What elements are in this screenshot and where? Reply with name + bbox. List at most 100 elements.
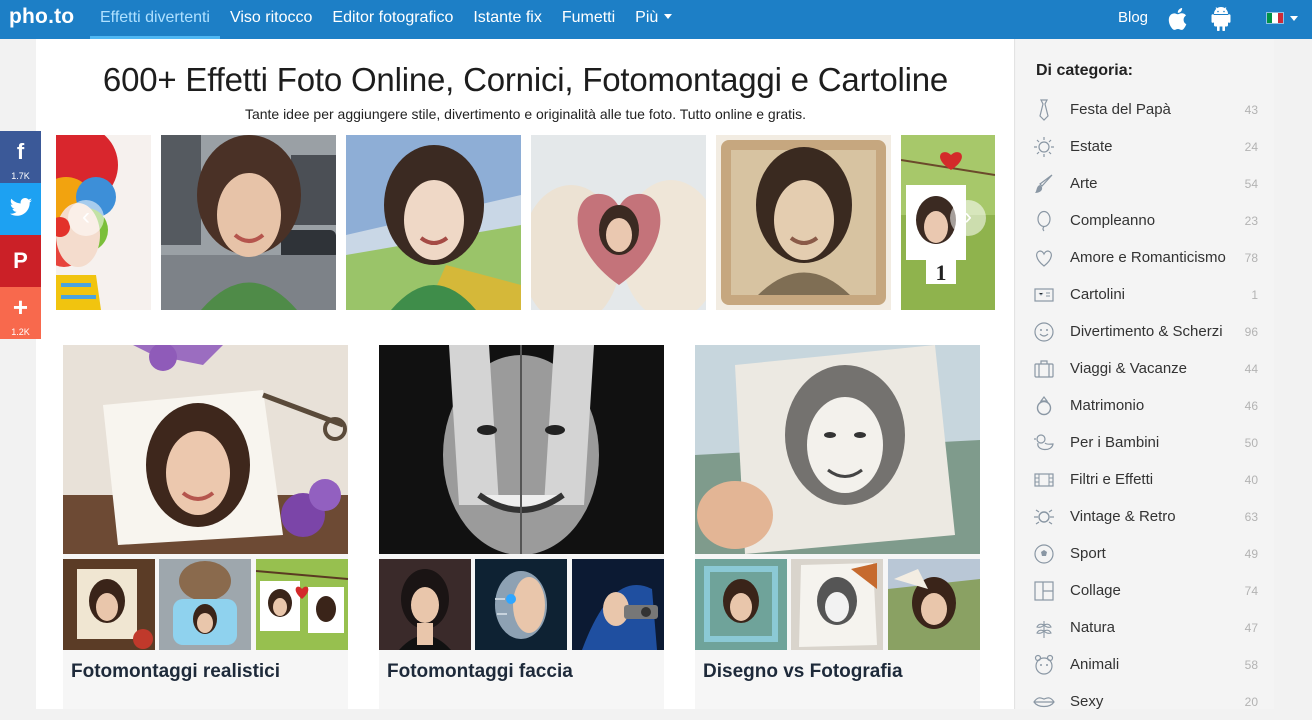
facebook-share-button[interactable]: f 1.7K bbox=[0, 131, 41, 183]
category-item[interactable]: Arte 54 bbox=[1016, 165, 1274, 202]
page-subtitle: Tante idee per aggiungere stile, diverti… bbox=[244, 106, 807, 122]
nav-piu-dropdown[interactable]: Più bbox=[625, 0, 682, 39]
category-item[interactable]: Compleanno 23 bbox=[1016, 202, 1274, 239]
category-item[interactable]: Matrimonio 46 bbox=[1016, 387, 1274, 424]
category-label: Cartolini bbox=[1070, 286, 1126, 303]
category-item[interactable]: Filtri e Effetti 40 bbox=[1016, 461, 1274, 498]
balloon-icon bbox=[1037, 210, 1051, 232]
film-icon bbox=[1034, 473, 1054, 487]
category-sidebar: Di categoria: Festa del Papà 43 Estate 2… bbox=[1016, 39, 1274, 710]
top-navbar: pho.to Effetti divertenti Viso ritocco E… bbox=[0, 0, 1312, 39]
card-thumbnail[interactable] bbox=[379, 559, 471, 650]
android-icon[interactable] bbox=[1210, 7, 1232, 31]
category-item[interactable]: Divertimento & Scherzi 96 bbox=[1016, 313, 1274, 350]
card-main-image bbox=[63, 345, 348, 554]
nav-fumetti[interactable]: Fumetti bbox=[552, 0, 625, 39]
twitter-share-button[interactable] bbox=[0, 183, 41, 235]
category-count: 43 bbox=[1244, 103, 1258, 117]
category-item[interactable]: Viaggi & Vacanze 44 bbox=[1016, 350, 1274, 387]
category-item[interactable]: Per i Bambini 50 bbox=[1016, 424, 1274, 461]
category-item[interactable]: Amore e Romanticismo 78 bbox=[1016, 239, 1274, 276]
category-count: 23 bbox=[1244, 214, 1258, 228]
category-item[interactable]: Animali 58 bbox=[1016, 646, 1274, 683]
category-label: Vintage & Retro bbox=[1070, 508, 1176, 525]
category-item[interactable]: Sexy 20 bbox=[1016, 683, 1274, 720]
category-label: Per i Bambini bbox=[1070, 434, 1160, 451]
soccer-ball-icon bbox=[1034, 544, 1054, 564]
italian-flag-icon[interactable] bbox=[1266, 12, 1284, 24]
category-label: Collage bbox=[1070, 582, 1121, 599]
site-logo[interactable]: pho.to bbox=[9, 5, 74, 29]
category-count: 96 bbox=[1244, 325, 1258, 339]
smiley-icon bbox=[1034, 322, 1054, 342]
blog-link[interactable]: Blog bbox=[1118, 9, 1148, 26]
main-content: 600+ Effetti Foto Online, Cornici, Fotom… bbox=[36, 39, 1015, 709]
category-count: 54 bbox=[1244, 177, 1258, 191]
category-count: 20 bbox=[1244, 695, 1258, 709]
nav-viso-ritocco[interactable]: Viso ritocco bbox=[220, 0, 322, 39]
slide-number: 1 bbox=[936, 260, 947, 285]
sun-icon bbox=[1034, 137, 1054, 157]
category-card-fotomontaggi-faccia[interactable]: Fotomontaggi faccia bbox=[379, 345, 664, 709]
category-count: 63 bbox=[1244, 510, 1258, 524]
heart-icon bbox=[1036, 250, 1052, 267]
category-label: Amore e Romanticismo bbox=[1070, 249, 1226, 266]
apple-icon[interactable] bbox=[1166, 7, 1188, 31]
nav-effetti-divertenti[interactable]: Effetti divertenti bbox=[90, 0, 220, 39]
category-count: 44 bbox=[1244, 362, 1258, 376]
category-card-disegno-vs-fotografia[interactable]: Disegno vs Fotografia bbox=[695, 345, 980, 709]
category-label: Animali bbox=[1070, 656, 1120, 673]
nav-editor-fotografico[interactable]: Editor fotografico bbox=[322, 0, 463, 39]
category-label: Sport bbox=[1070, 545, 1106, 562]
card-thumbnail[interactable] bbox=[571, 559, 664, 650]
share-count: 1.7K bbox=[11, 171, 30, 181]
category-item[interactable]: Festa del Papà 43 bbox=[1016, 91, 1274, 128]
category-card-fotomontaggi-realistici[interactable]: Fotomontaggi realistici bbox=[63, 345, 348, 709]
carousel-slide[interactable] bbox=[346, 135, 521, 310]
category-count: 24 bbox=[1244, 140, 1258, 154]
category-item[interactable]: Collage 74 bbox=[1016, 572, 1274, 609]
addthis-share-button[interactable]: + 1.2K bbox=[0, 287, 41, 339]
carousel-prev-button[interactable]: ‹ bbox=[68, 200, 104, 236]
pinterest-icon: P bbox=[13, 248, 28, 273]
duck-icon bbox=[1034, 434, 1054, 451]
card-title: Fotomontaggi faccia bbox=[387, 661, 573, 682]
plant-icon bbox=[1036, 621, 1052, 638]
social-share-bar: f 1.7K P + 1.2K bbox=[0, 131, 41, 339]
nav-istante-fix[interactable]: Istante fix bbox=[463, 0, 551, 39]
carousel-slide[interactable] bbox=[716, 135, 891, 310]
pinterest-share-button[interactable]: P bbox=[0, 235, 41, 287]
category-count: 47 bbox=[1244, 621, 1258, 635]
card-thumbnails bbox=[379, 559, 664, 650]
card-thumbnail[interactable] bbox=[255, 559, 348, 650]
category-item[interactable]: Cartolini 1 bbox=[1016, 276, 1274, 313]
category-label: Matrimonio bbox=[1070, 397, 1145, 414]
main-nav: Effetti divertenti Viso ritocco Editor f… bbox=[90, 0, 682, 39]
card-title: Disegno vs Fotografia bbox=[703, 661, 903, 682]
card-thumbnail[interactable] bbox=[475, 559, 568, 650]
card-thumbnail[interactable] bbox=[63, 559, 155, 650]
carousel-slide[interactable] bbox=[531, 135, 706, 310]
category-item[interactable]: Vintage & Retro 63 bbox=[1016, 498, 1274, 535]
card-thumbnail[interactable] bbox=[695, 559, 787, 650]
category-label: Festa del Papà bbox=[1070, 101, 1171, 118]
card-thumbnail[interactable] bbox=[791, 559, 884, 650]
category-item[interactable]: Estate 24 bbox=[1016, 128, 1274, 165]
category-item[interactable]: Natura 47 bbox=[1016, 609, 1274, 646]
category-count: 40 bbox=[1244, 473, 1258, 487]
card-thumbnail[interactable] bbox=[159, 559, 252, 650]
category-label: Divertimento & Scherzi bbox=[1070, 323, 1223, 340]
collage-icon bbox=[1034, 581, 1054, 601]
carousel-next-button[interactable]: › bbox=[950, 200, 986, 236]
category-item[interactable]: Sport 49 bbox=[1016, 535, 1274, 572]
card-thumbnail[interactable] bbox=[887, 559, 980, 650]
facebook-icon: f bbox=[16, 139, 25, 164]
lips-icon bbox=[1033, 697, 1055, 708]
chevron-down-icon[interactable] bbox=[1290, 16, 1298, 21]
card-main-image bbox=[379, 345, 664, 554]
category-count: 46 bbox=[1244, 399, 1258, 413]
carousel-slide[interactable] bbox=[161, 135, 336, 310]
tie-icon bbox=[1039, 99, 1049, 121]
category-label: Filtri e Effetti bbox=[1070, 471, 1154, 488]
card-title: Fotomontaggi realistici bbox=[71, 661, 281, 682]
